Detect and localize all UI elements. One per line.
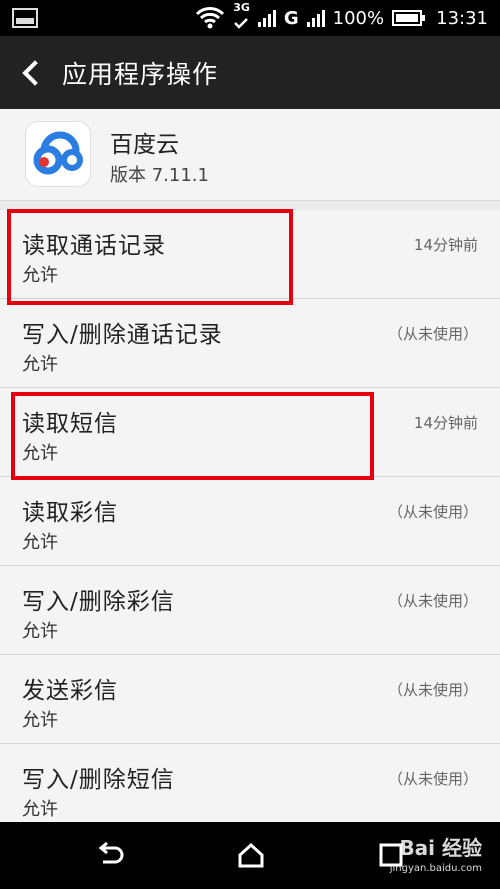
permission-last-used: （从未使用） (387, 592, 478, 610)
permission-status: 允许 (22, 532, 58, 553)
permission-title: 写入/删除通话记录 (22, 322, 223, 348)
back-arrow-icon[interactable] (0, 36, 56, 109)
permission-title: 发送彩信 (22, 678, 118, 704)
network-3g-indicator: 3G (233, 2, 250, 34)
watermark-brand: Bai 经验 (399, 836, 482, 860)
permission-row[interactable]: 写入/删除彩信 允许 （从未使用） (0, 566, 500, 655)
permission-row[interactable]: 写入/删除通话记录 允许 （从未使用） (0, 299, 500, 388)
permission-last-used: 14分钟前 (413, 414, 478, 432)
signal-icon (257, 9, 276, 27)
app-name: 百度云 (110, 132, 179, 158)
app-header: 百度云 版本 7.11.1 (0, 109, 500, 201)
permission-row[interactable]: 读取彩信 允许 （从未使用） (0, 477, 500, 566)
permission-status: 允许 (22, 710, 58, 731)
app-version: 版本 7.11.1 (110, 165, 209, 186)
permission-last-used: 14分钟前 (413, 236, 478, 254)
permission-title: 写入/删除短信 (22, 767, 175, 793)
permission-status: 允许 (22, 799, 58, 820)
permission-row[interactable]: 读取短信 允许 14分钟前 (0, 388, 500, 477)
status-bar: 3G G 100% 13:31 (0, 0, 500, 36)
permission-last-used: （从未使用） (387, 325, 478, 343)
network-type-label: 3G (233, 1, 250, 14)
image-notification-icon (12, 8, 38, 28)
clock: 13:31 (436, 7, 488, 29)
nav-back-icon[interactable] (95, 840, 125, 870)
watermark-url: jingyan.baidu.com (389, 863, 482, 874)
permission-last-used: （从未使用） (387, 503, 478, 521)
baidu-jingyan-watermark: Bai 经验 jingyan.baidu.com (390, 832, 482, 874)
permission-row[interactable]: 写入/删除短信 允许 （从未使用） (0, 744, 500, 833)
permission-title: 读取彩信 (22, 500, 118, 526)
status-icons: 3G G 100% 13:31 (195, 0, 488, 36)
permission-status: 允许 (22, 621, 58, 642)
permission-last-used: （从未使用） (387, 681, 478, 699)
permission-title: 写入/删除彩信 (22, 589, 175, 615)
battery-percent: 100% (332, 7, 385, 29)
check-icon (234, 18, 249, 29)
permission-title: 读取通话记录 (22, 233, 166, 259)
permission-title: 读取短信 (22, 411, 118, 437)
page-title: 应用程序操作 (62, 59, 219, 89)
baidu-cloud-app-icon (26, 122, 90, 186)
action-bar: 应用程序操作 (0, 36, 500, 109)
nav-home-icon[interactable] (236, 840, 266, 870)
permission-last-used: （从未使用） (387, 770, 478, 788)
wifi-icon (196, 7, 225, 29)
permission-status: 允许 (22, 443, 58, 464)
navigation-bar: Bai 经验 jingyan.baidu.com (0, 822, 500, 889)
permission-status: 允许 (22, 265, 58, 286)
network-g-label: G (283, 7, 299, 29)
battery-icon (392, 10, 426, 26)
permission-row[interactable]: 读取通话记录 允许 14分钟前 (0, 210, 500, 299)
permission-list: 读取通话记录 允许 14分钟前 写入/删除通话记录 允许 （从未使用） 读取短信… (0, 210, 500, 833)
permission-status: 允许 (22, 354, 58, 375)
signal-2-icon (306, 9, 325, 27)
permission-row[interactable]: 发送彩信 允许 （从未使用） (0, 655, 500, 744)
